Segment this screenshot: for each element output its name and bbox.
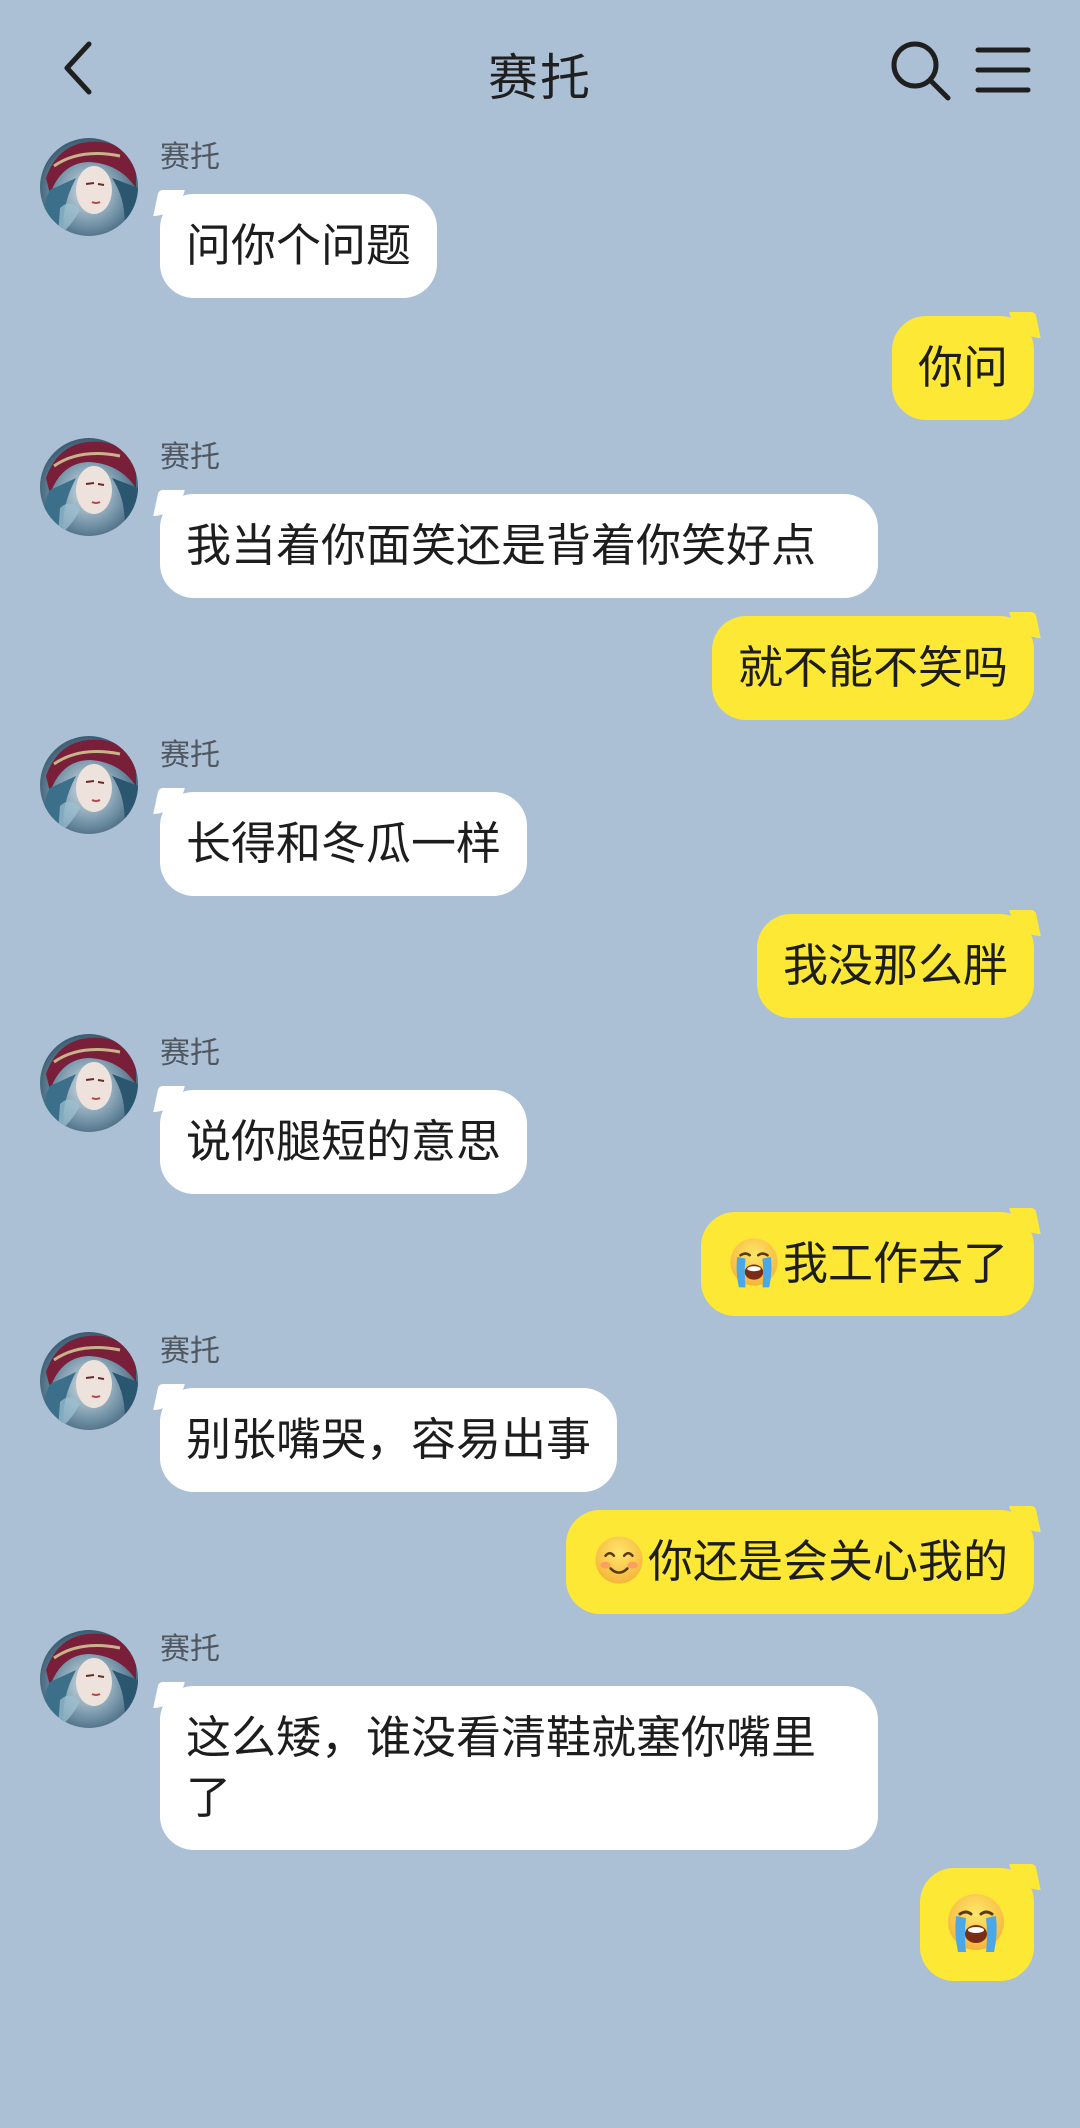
avatar[interactable] (40, 1630, 138, 1728)
message-text: 我工作去了 (782, 1237, 1008, 1290)
sender-name: 赛托 (160, 440, 220, 475)
sender-name: 赛托 (160, 140, 220, 175)
message-bubble[interactable]: 说你腿短的意思 (160, 1090, 528, 1194)
incoming-message: 赛托 长得和冬瓜一样 (0, 734, 1080, 896)
message-list: 赛托 问你个问题 你问 赛托 我当着你面笑还是背着你笑好点 就不能不笑吗 赛托 … (0, 136, 1080, 1981)
incoming-message: 赛托 我当着你面笑还是背着你笑好点 (0, 436, 1080, 598)
outgoing-message: 你问 (0, 316, 1080, 420)
avatar[interactable] (40, 1034, 138, 1132)
message-bubble[interactable]: 长得和冬瓜一样 (160, 792, 528, 896)
outgoing-message: 就不能不笑吗 (0, 616, 1080, 720)
sender-name: 赛托 (160, 738, 220, 773)
sender-name: 赛托 (160, 1632, 220, 1667)
message-bubble[interactable]: 这么矮，谁没看清鞋就塞你嘴里了 (160, 1686, 878, 1850)
search-button[interactable] (884, 34, 956, 106)
message-bubble[interactable]: 别张嘴哭，容易出事 (160, 1388, 618, 1492)
message-bubble[interactable]: 我当着你面笑还是背着你笑好点 (160, 494, 878, 598)
message-bubble[interactable]: 你还是会关心我的 (565, 1510, 1034, 1614)
message-bubble[interactable]: 就不能不笑吗 (711, 616, 1034, 720)
avatar[interactable] (40, 138, 138, 236)
avatar[interactable] (40, 736, 138, 834)
top-navigation-bar: 赛托 (0, 0, 1080, 138)
loudly-crying-face-emoji (729, 1237, 779, 1289)
outgoing-message: 我没那么胖 (0, 914, 1080, 1018)
message-bubble[interactable]: 你问 (891, 316, 1034, 420)
chat-screen: 赛托 赛托 问你个问题 你问 赛托 我当着你面笑还是背着你笑好点 就不能不笑吗 … (0, 0, 1080, 2128)
incoming-message: 赛托 说你腿短的意思 (0, 1032, 1080, 1194)
sender-name: 赛托 (160, 1334, 220, 1369)
incoming-message: 赛托 别张嘴哭，容易出事 (0, 1330, 1080, 1492)
message-bubble[interactable]: 我没那么胖 (756, 914, 1034, 1018)
outgoing-message: 你还是会关心我的 (0, 1510, 1080, 1614)
loudly-crying-face-emoji (946, 1892, 1006, 1954)
incoming-message: 赛托 问你个问题 (0, 136, 1080, 298)
search-icon (891, 41, 951, 101)
smiling-face-emoji (594, 1535, 644, 1585)
outgoing-message (0, 1868, 1080, 1981)
menu-button[interactable] (966, 34, 1038, 106)
message-bubble[interactable]: 我工作去了 (700, 1212, 1034, 1316)
sender-name: 赛托 (160, 1036, 220, 1071)
incoming-message: 赛托 这么矮，谁没看清鞋就塞你嘴里了 (0, 1628, 1080, 1850)
message-text: 你还是会关心我的 (647, 1535, 1008, 1588)
message-bubble[interactable]: 问你个问题 (160, 194, 438, 298)
outgoing-message: 我工作去了 (0, 1212, 1080, 1316)
avatar[interactable] (40, 438, 138, 536)
hamburger-menu-icon (975, 47, 1031, 93)
message-bubble[interactable] (920, 1868, 1034, 1981)
avatar[interactable] (40, 1332, 138, 1430)
